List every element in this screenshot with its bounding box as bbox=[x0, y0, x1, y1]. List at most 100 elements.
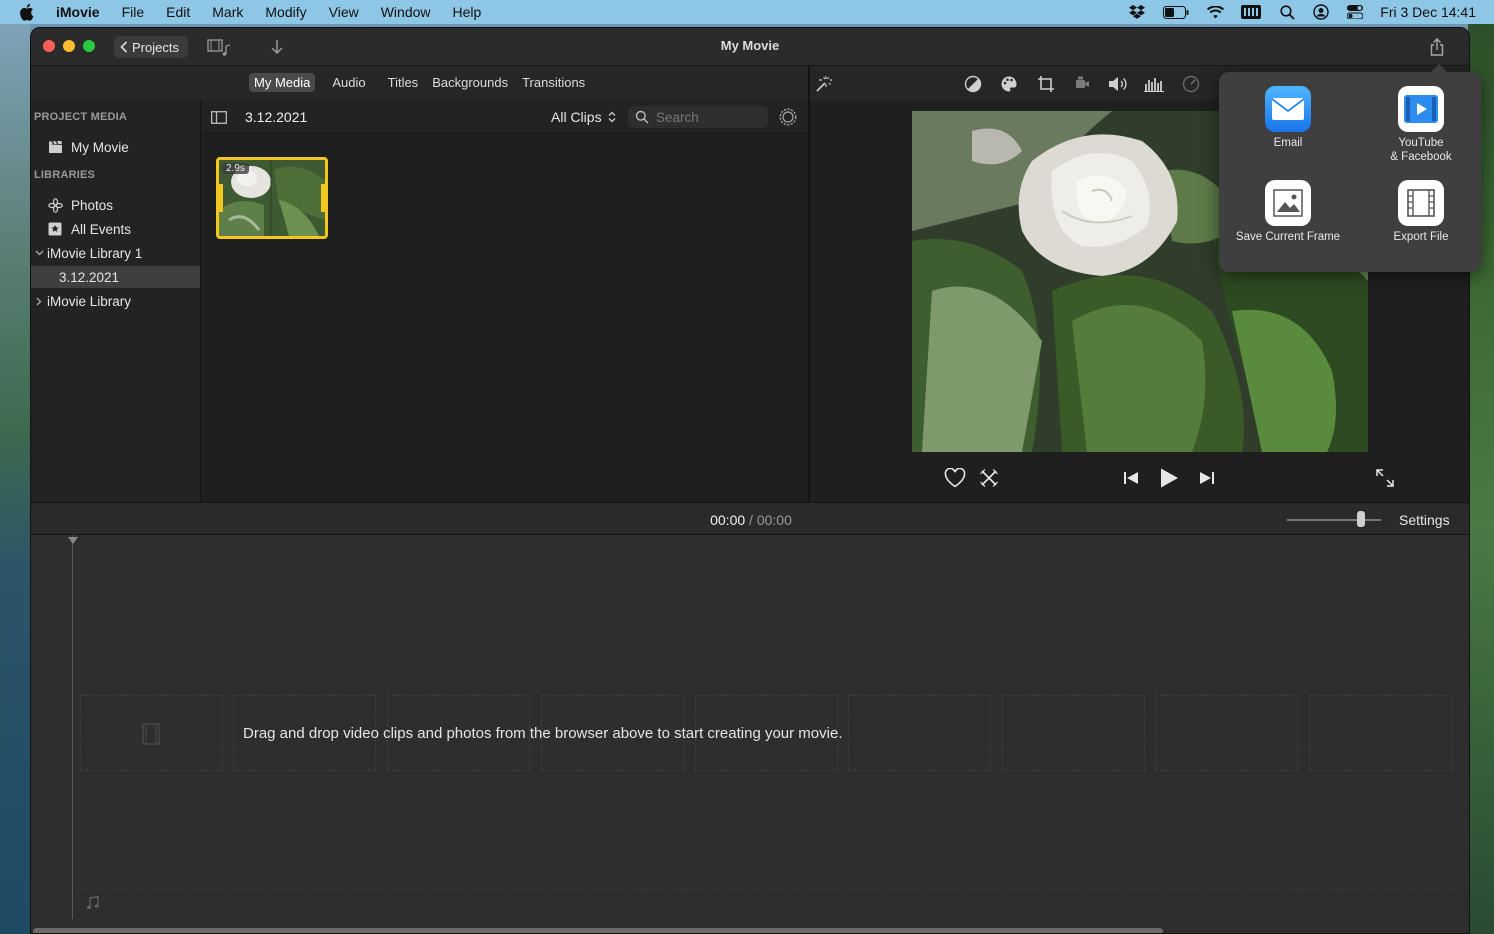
total-duration: 00:00 bbox=[756, 512, 792, 528]
share-youtube-facebook-item[interactable]: YouTube & Facebook bbox=[1361, 86, 1481, 164]
sidebar-item-event-3-12-2021[interactable]: 3.12.2021 bbox=[31, 266, 200, 288]
volume-icon[interactable] bbox=[1108, 75, 1128, 93]
timecode-display: 00:00 / 00:00 bbox=[31, 512, 1469, 528]
search-input[interactable]: Search bbox=[656, 110, 699, 125]
title-bar: Projects My Movie bbox=[31, 28, 1469, 66]
sidebar-item-label: iMovie Library 1 bbox=[47, 245, 143, 261]
sidebar-item-imovie-library-1[interactable]: iMovie Library 1 bbox=[31, 242, 200, 264]
share-youtube-label: YouTube & Facebook bbox=[1361, 136, 1481, 164]
project-media-header: PROJECT MEDIA bbox=[34, 111, 128, 123]
play-icon[interactable] bbox=[1156, 465, 1182, 491]
timeline-scrollbar[interactable] bbox=[33, 928, 1163, 933]
event-title: 3.12.2021 bbox=[245, 109, 308, 125]
popover-arrow bbox=[1430, 64, 1448, 73]
libraries-header: LIBRARIES bbox=[34, 169, 96, 181]
image-icon bbox=[1265, 180, 1311, 226]
sidebar-item-label: Photos bbox=[71, 197, 114, 213]
clips-filter-select[interactable]: All Clips bbox=[551, 109, 616, 125]
sidebar-item-all-events[interactable]: All Events bbox=[31, 218, 200, 240]
playhead-marker[interactable] bbox=[68, 537, 78, 544]
reject-x-icon[interactable] bbox=[976, 465, 1002, 491]
fullscreen-expand-icon[interactable] bbox=[1372, 465, 1398, 491]
battery-icon[interactable] bbox=[1162, 4, 1190, 20]
tab-my-media[interactable]: My Media bbox=[249, 73, 316, 92]
clip-duration-badge: 2.9s bbox=[222, 163, 249, 174]
spotlight-icon[interactable] bbox=[1278, 4, 1296, 20]
menu-edit[interactable]: Edit bbox=[166, 4, 190, 20]
sidebar-item-my-movie[interactable]: My Movie bbox=[31, 136, 200, 158]
menu-bar: iMovie File Edit Mark Modify View Window… bbox=[0, 0, 1494, 24]
chevron-right-icon[interactable] bbox=[34, 293, 44, 309]
tab-titles[interactable]: Titles bbox=[383, 73, 424, 92]
menu-mark[interactable]: Mark bbox=[212, 4, 243, 20]
timeline-zoom-slider[interactable] bbox=[1287, 519, 1381, 521]
stabilization-icon[interactable] bbox=[1072, 75, 1092, 93]
dropbox-icon[interactable] bbox=[1128, 4, 1146, 20]
timeline-area[interactable]: Drag and drop video clips and photos fro… bbox=[31, 535, 1469, 933]
share-export-file-label: Export File bbox=[1393, 231, 1449, 243]
equalizer-icon[interactable] bbox=[1144, 75, 1164, 93]
gear-icon[interactable] bbox=[778, 107, 798, 127]
share-icon[interactable] bbox=[1427, 37, 1447, 57]
media-clip-thumbnail[interactable]: 2.9s bbox=[216, 157, 328, 239]
share-youtube-label-line1: YouTube bbox=[1398, 137, 1444, 149]
star-box-icon bbox=[47, 221, 63, 237]
menu-view[interactable]: View bbox=[329, 4, 359, 20]
media-browser: 2.9s bbox=[202, 133, 808, 502]
clips-filter-value: All Clips bbox=[551, 109, 602, 125]
share-export-file-item[interactable]: Export File bbox=[1361, 180, 1481, 244]
clip-trim-handle-left[interactable] bbox=[219, 184, 223, 212]
updown-chevron-icon bbox=[608, 111, 616, 123]
sidebar-item-label: My Movie bbox=[71, 139, 129, 155]
desktop-background-left bbox=[0, 24, 30, 934]
sidebar-item-photos[interactable]: Photos bbox=[31, 194, 200, 216]
timeline-settings-button[interactable]: Settings bbox=[1399, 512, 1450, 528]
clip-trim-handle-right[interactable] bbox=[321, 184, 325, 212]
drop-placeholder-slot bbox=[1002, 695, 1145, 771]
menu-modify[interactable]: Modify bbox=[265, 4, 306, 20]
wifi-icon[interactable] bbox=[1206, 4, 1224, 20]
menu-help[interactable]: Help bbox=[453, 4, 482, 20]
control-center-icon[interactable] bbox=[1346, 4, 1364, 20]
tab-audio[interactable]: Audio bbox=[327, 73, 370, 92]
menu-file[interactable]: File bbox=[122, 4, 145, 20]
magic-wand-icon[interactable] bbox=[813, 75, 833, 93]
audio-lane[interactable] bbox=[76, 889, 1456, 919]
sidebar-item-label: iMovie Library bbox=[47, 293, 132, 309]
sidebar-item-imovie-library[interactable]: iMovie Library bbox=[31, 290, 200, 312]
search-icon bbox=[635, 110, 649, 124]
menu-clock[interactable]: Fri 3 Dec 14:41 bbox=[1380, 4, 1476, 20]
playhead-line[interactable] bbox=[72, 535, 73, 919]
skip-back-icon[interactable] bbox=[1118, 465, 1144, 491]
drop-placeholder-slot bbox=[1309, 695, 1452, 771]
color-correction-icon[interactable] bbox=[999, 75, 1019, 93]
libraries-sidebar: PROJECT MEDIA My Movie LIBRARIES Photos … bbox=[31, 101, 201, 502]
photos-flower-icon bbox=[47, 197, 63, 213]
speed-icon[interactable] bbox=[1181, 75, 1201, 93]
menu-app-name[interactable]: iMovie bbox=[56, 4, 100, 20]
crop-icon[interactable] bbox=[1036, 75, 1056, 93]
user-icon[interactable] bbox=[1312, 4, 1330, 20]
favorite-heart-icon[interactable] bbox=[942, 465, 968, 491]
search-field[interactable]: Search bbox=[628, 106, 768, 128]
media-tabs: My Media Audio Titles Backgrounds Transi… bbox=[249, 73, 598, 92]
tab-transitions[interactable]: Transitions bbox=[517, 73, 590, 92]
share-save-frame-item[interactable]: Save Current Frame bbox=[1228, 180, 1348, 244]
chevron-down-icon[interactable] bbox=[34, 245, 44, 261]
browser-header: 3.12.2021 All Clips Search bbox=[202, 101, 808, 133]
color-balance-icon[interactable] bbox=[963, 75, 983, 93]
clapperboard-icon bbox=[47, 139, 63, 155]
menu-window[interactable]: Window bbox=[381, 4, 431, 20]
mail-icon bbox=[1265, 86, 1311, 132]
current-time: 00:00 bbox=[710, 512, 746, 528]
sidebar-toggle-icon[interactable] bbox=[210, 109, 228, 125]
keyboard-icon[interactable] bbox=[1240, 4, 1262, 20]
skip-forward-icon[interactable] bbox=[1194, 465, 1220, 491]
tab-backgrounds[interactable]: Backgrounds bbox=[427, 73, 513, 92]
apple-menu-icon[interactable] bbox=[20, 3, 38, 21]
share-email-item[interactable]: Email bbox=[1228, 86, 1348, 150]
window-title: My Movie bbox=[720, 38, 780, 53]
timeline-zoom-knob[interactable] bbox=[1357, 511, 1365, 527]
drop-placeholder-slot bbox=[1155, 695, 1298, 771]
drop-placeholder-slot bbox=[80, 695, 223, 771]
